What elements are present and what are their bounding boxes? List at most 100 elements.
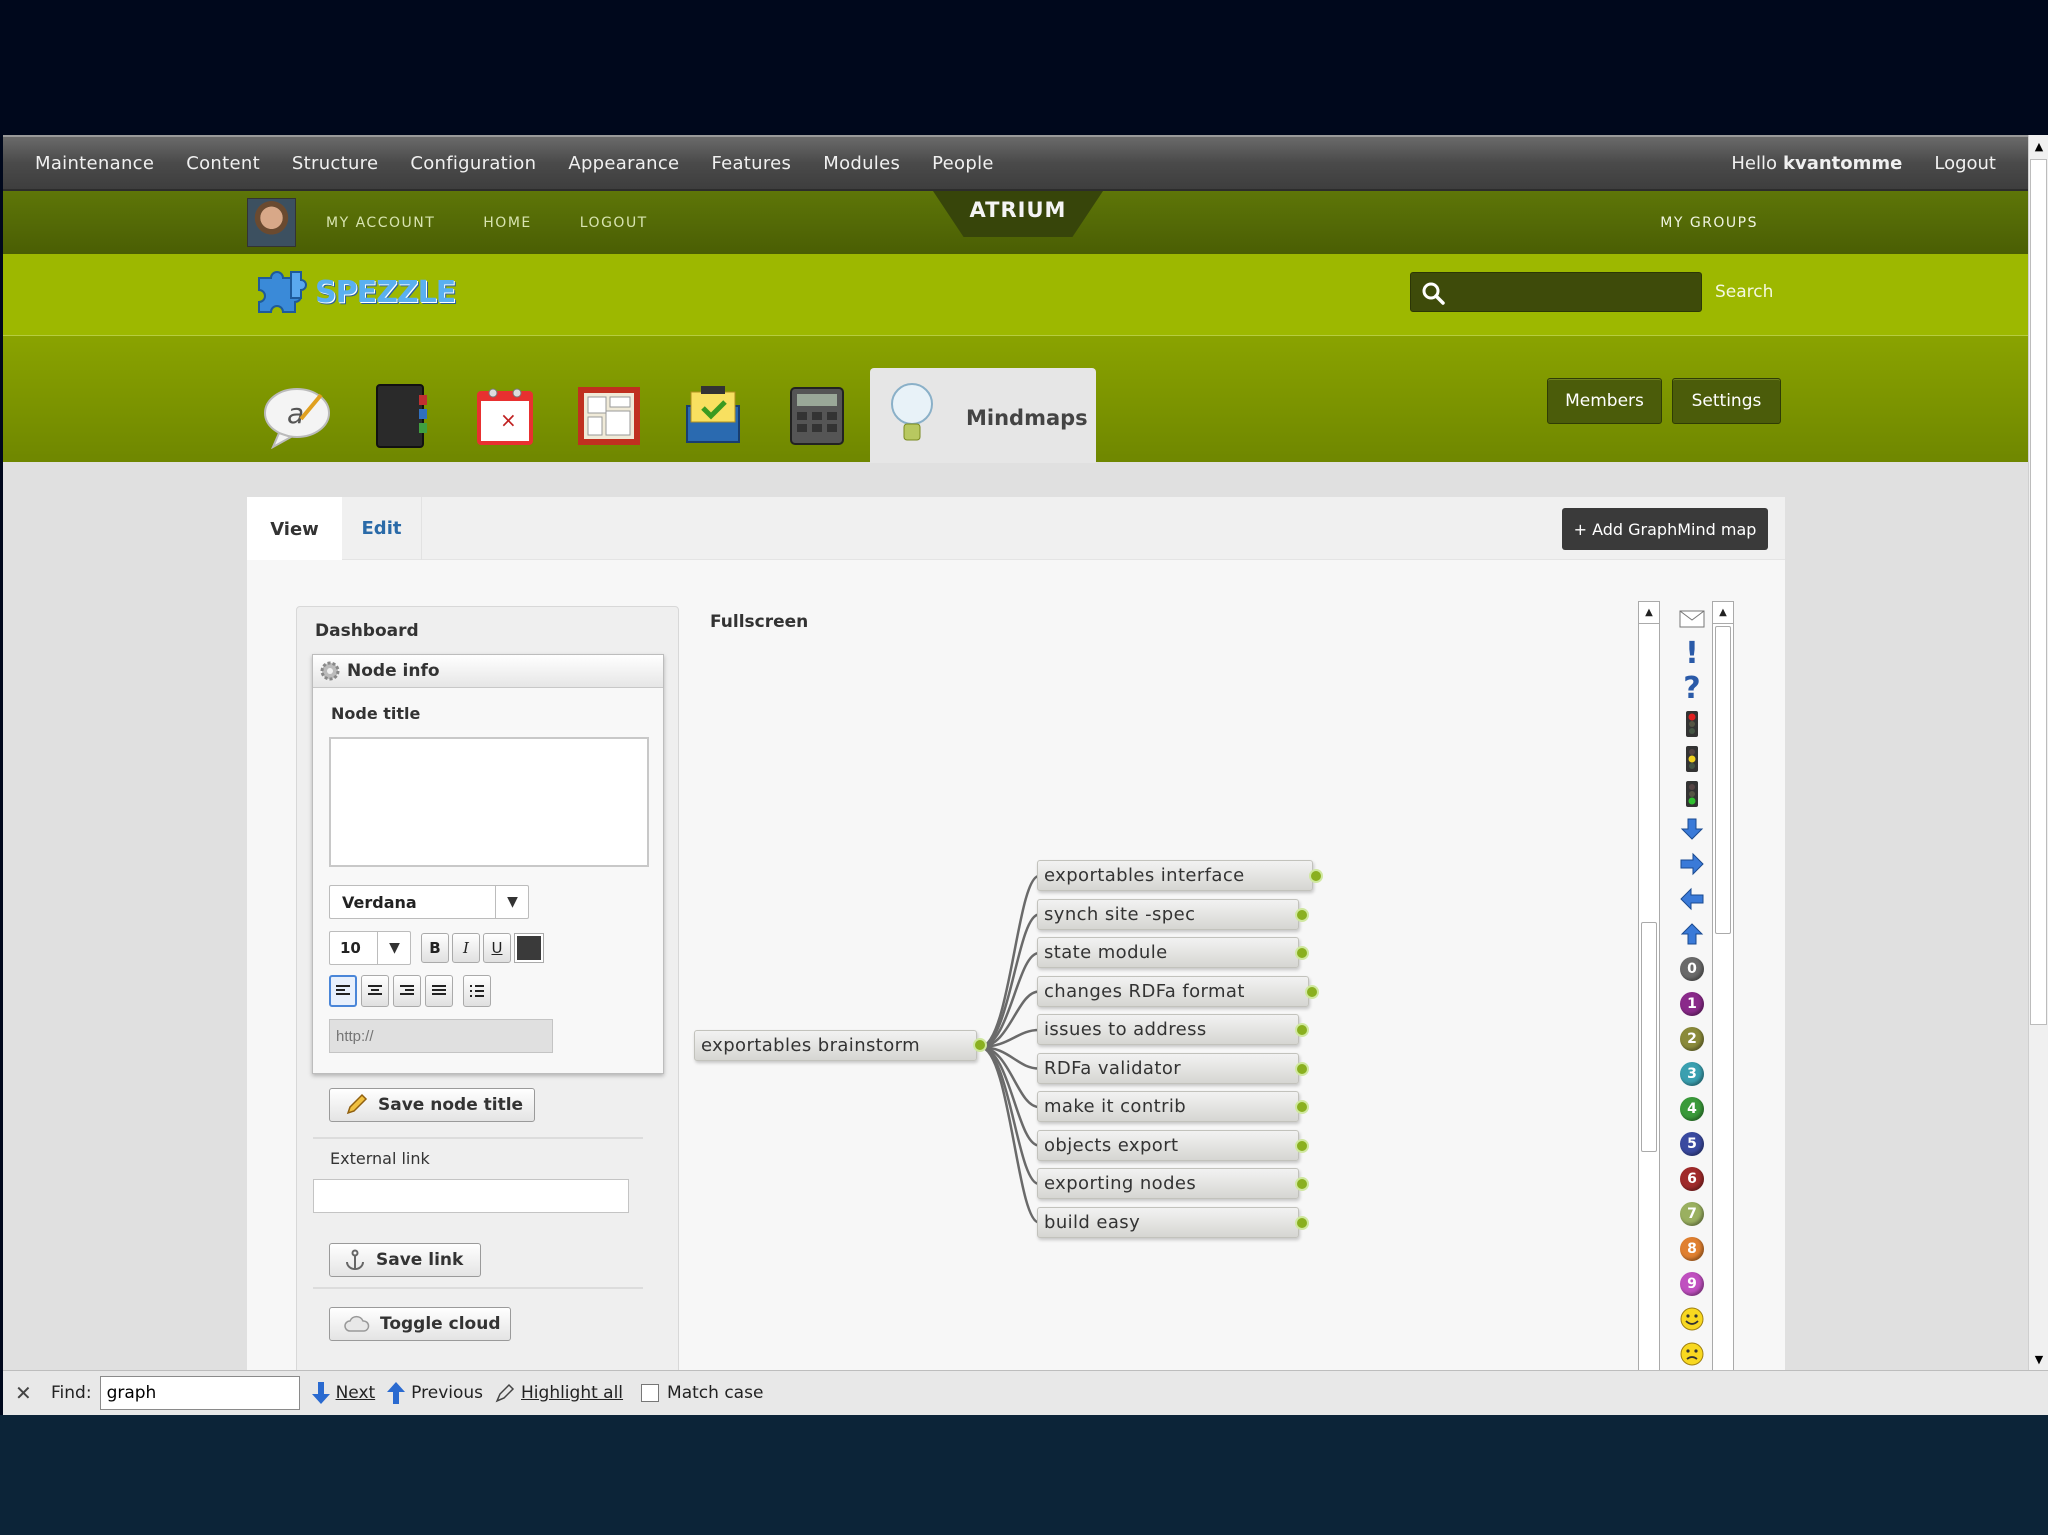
admin-menu-people[interactable]: People bbox=[932, 153, 994, 174]
arrow-left-icon[interactable] bbox=[1675, 881, 1709, 916]
node-info-header[interactable]: Node info bbox=[313, 655, 663, 688]
calendar-app[interactable]: × bbox=[465, 376, 545, 456]
font-family-select[interactable]: Verdana ▼ bbox=[329, 885, 529, 919]
mindmap-node-handle[interactable] bbox=[1295, 946, 1309, 960]
arrow-up-icon[interactable] bbox=[1675, 916, 1709, 951]
toggle-cloud-button[interactable]: Toggle cloud bbox=[329, 1307, 511, 1341]
dashboard-app[interactable] bbox=[569, 376, 649, 456]
mindmap-node-handle[interactable] bbox=[973, 1038, 987, 1052]
admin-menu-appearance[interactable]: Appearance bbox=[568, 153, 679, 174]
align-left-button[interactable] bbox=[329, 975, 357, 1007]
palette-scrollbar[interactable]: ▲ bbox=[1712, 601, 1734, 1415]
question-icon[interactable]: ? bbox=[1675, 671, 1709, 706]
traffic-light-green-icon[interactable] bbox=[1675, 776, 1709, 811]
priority-1-icon[interactable]: 1 bbox=[1675, 986, 1709, 1021]
scroll-up-button[interactable]: ▲ bbox=[1713, 602, 1733, 624]
priority-8-icon[interactable]: 8 bbox=[1675, 1231, 1709, 1266]
atrium-logo-tab[interactable]: ATRIUM bbox=[933, 191, 1103, 237]
mindmap-child-node[interactable]: exporting nodes bbox=[1037, 1168, 1299, 1199]
admin-menu-features[interactable]: Features bbox=[711, 153, 791, 174]
mindmap-child-node[interactable]: exportables interface bbox=[1037, 860, 1313, 891]
node-title-input[interactable] bbox=[329, 737, 649, 867]
find-input[interactable] bbox=[99, 1376, 300, 1410]
mindmap-root-node[interactable]: exportables brainstorm bbox=[694, 1030, 977, 1061]
calculator-app[interactable] bbox=[777, 376, 857, 456]
mindmap-child-node[interactable]: synch site -spec bbox=[1037, 898, 1299, 930]
find-next-button[interactable]: Next bbox=[311, 1382, 375, 1404]
chevron-down-icon[interactable]: ▼ bbox=[377, 931, 411, 965]
smiley-neutral-icon[interactable] bbox=[1675, 1336, 1709, 1371]
avatar[interactable] bbox=[247, 198, 296, 247]
mindmap-node-handle[interactable] bbox=[1295, 1023, 1309, 1037]
text-color-picker[interactable] bbox=[514, 933, 544, 963]
underline-button[interactable]: U bbox=[483, 933, 511, 963]
priority-2-icon[interactable]: 2 bbox=[1675, 1021, 1709, 1056]
tab-mindmaps[interactable]: Mindmaps bbox=[870, 368, 1096, 463]
align-right-button[interactable] bbox=[393, 975, 421, 1007]
exclamation-icon[interactable]: ! bbox=[1675, 636, 1709, 671]
mindmap-node-handle[interactable] bbox=[1309, 869, 1323, 883]
url-input[interactable] bbox=[329, 1019, 553, 1053]
mindmap-child-node[interactable]: changes RDFa format bbox=[1037, 975, 1309, 1007]
close-icon[interactable]: ✕ bbox=[15, 1381, 37, 1405]
logout-link[interactable]: LOGOUT bbox=[580, 215, 648, 231]
scroll-down-button[interactable]: ▼ bbox=[2029, 1348, 2048, 1370]
align-justify-button[interactable] bbox=[425, 975, 453, 1007]
italic-button[interactable]: I bbox=[452, 933, 480, 963]
priority-7-icon[interactable]: 7 bbox=[1675, 1196, 1709, 1231]
mindmap-node-handle[interactable] bbox=[1295, 907, 1309, 922]
home-link[interactable]: HOME bbox=[483, 215, 531, 231]
todo-app[interactable] bbox=[673, 376, 753, 456]
priority-9-icon[interactable]: 9 bbox=[1675, 1266, 1709, 1301]
mindmap-child-node[interactable]: make it contrib bbox=[1037, 1091, 1299, 1122]
priority-4-icon[interactable]: 4 bbox=[1675, 1091, 1709, 1126]
traffic-light-red-icon[interactable] bbox=[1675, 706, 1709, 741]
save-node-title-button[interactable]: Save node title bbox=[329, 1088, 535, 1122]
scroll-thumb[interactable] bbox=[2030, 159, 2047, 1025]
highlight-all-button[interactable]: Highlight all bbox=[495, 1383, 623, 1403]
find-previous-button[interactable]: Previous bbox=[387, 1382, 483, 1404]
admin-menu-modules[interactable]: Modules bbox=[823, 153, 900, 174]
mindmap-child-node[interactable]: RDFa validator bbox=[1037, 1052, 1299, 1084]
smiley-happy-icon[interactable] bbox=[1675, 1301, 1709, 1336]
admin-menu-configuration[interactable]: Configuration bbox=[410, 153, 536, 174]
mindmap-node-handle[interactable] bbox=[1295, 1138, 1309, 1153]
bullet-list-button[interactable] bbox=[463, 975, 491, 1007]
notebook-app[interactable] bbox=[361, 376, 441, 456]
admin-menu-maintenance[interactable]: Maintenance bbox=[35, 153, 154, 174]
arrow-down-icon[interactable] bbox=[1675, 811, 1709, 846]
scroll-thumb[interactable] bbox=[1715, 626, 1731, 934]
username[interactable]: kvantomme bbox=[1783, 153, 1902, 174]
external-link-input[interactable] bbox=[313, 1179, 629, 1213]
envelope-icon[interactable] bbox=[1675, 601, 1709, 636]
match-case-checkbox[interactable] bbox=[641, 1384, 660, 1402]
priority-0-icon[interactable]: 0 bbox=[1675, 951, 1709, 986]
mindmap-child-node[interactable]: state module bbox=[1037, 937, 1299, 968]
site-logo[interactable]: SPEZZLE bbox=[251, 268, 456, 316]
scroll-thumb[interactable] bbox=[1641, 922, 1657, 1152]
traffic-light-yellow-icon[interactable] bbox=[1675, 741, 1709, 776]
tab-view[interactable]: View bbox=[247, 497, 342, 561]
mindmap-child-node[interactable]: objects export bbox=[1037, 1129, 1299, 1161]
chevron-down-icon[interactable]: ▼ bbox=[495, 885, 529, 919]
align-center-button[interactable] bbox=[361, 975, 389, 1007]
blog-app[interactable]: a bbox=[257, 376, 337, 456]
search-button[interactable]: Search bbox=[1715, 282, 1773, 302]
mindmap-node-handle[interactable] bbox=[1295, 1061, 1309, 1076]
save-link-button[interactable]: Save link bbox=[329, 1243, 481, 1277]
page-scrollbar[interactable]: ▲ ▼ bbox=[2028, 135, 2048, 1370]
settings-button[interactable]: Settings bbox=[1672, 378, 1781, 424]
font-size-select[interactable]: 10 ▼ bbox=[329, 931, 411, 965]
scroll-up-button[interactable]: ▲ bbox=[1639, 602, 1659, 624]
priority-6-icon[interactable]: 6 bbox=[1675, 1161, 1709, 1196]
mindmap-node-handle[interactable] bbox=[1295, 1177, 1309, 1191]
search-input[interactable] bbox=[1451, 279, 1691, 307]
members-button[interactable]: Members bbox=[1547, 378, 1662, 424]
mindmap-node-handle[interactable] bbox=[1295, 1215, 1309, 1230]
canvas-scrollbar[interactable]: ▲ bbox=[1638, 601, 1660, 1415]
tab-edit[interactable]: Edit bbox=[342, 497, 422, 560]
mindmap-child-node[interactable]: build easy bbox=[1037, 1206, 1299, 1238]
scroll-up-button[interactable]: ▲ bbox=[2029, 135, 2048, 157]
fullscreen-link[interactable]: Fullscreen bbox=[710, 612, 808, 632]
bold-button[interactable]: B bbox=[421, 933, 449, 963]
